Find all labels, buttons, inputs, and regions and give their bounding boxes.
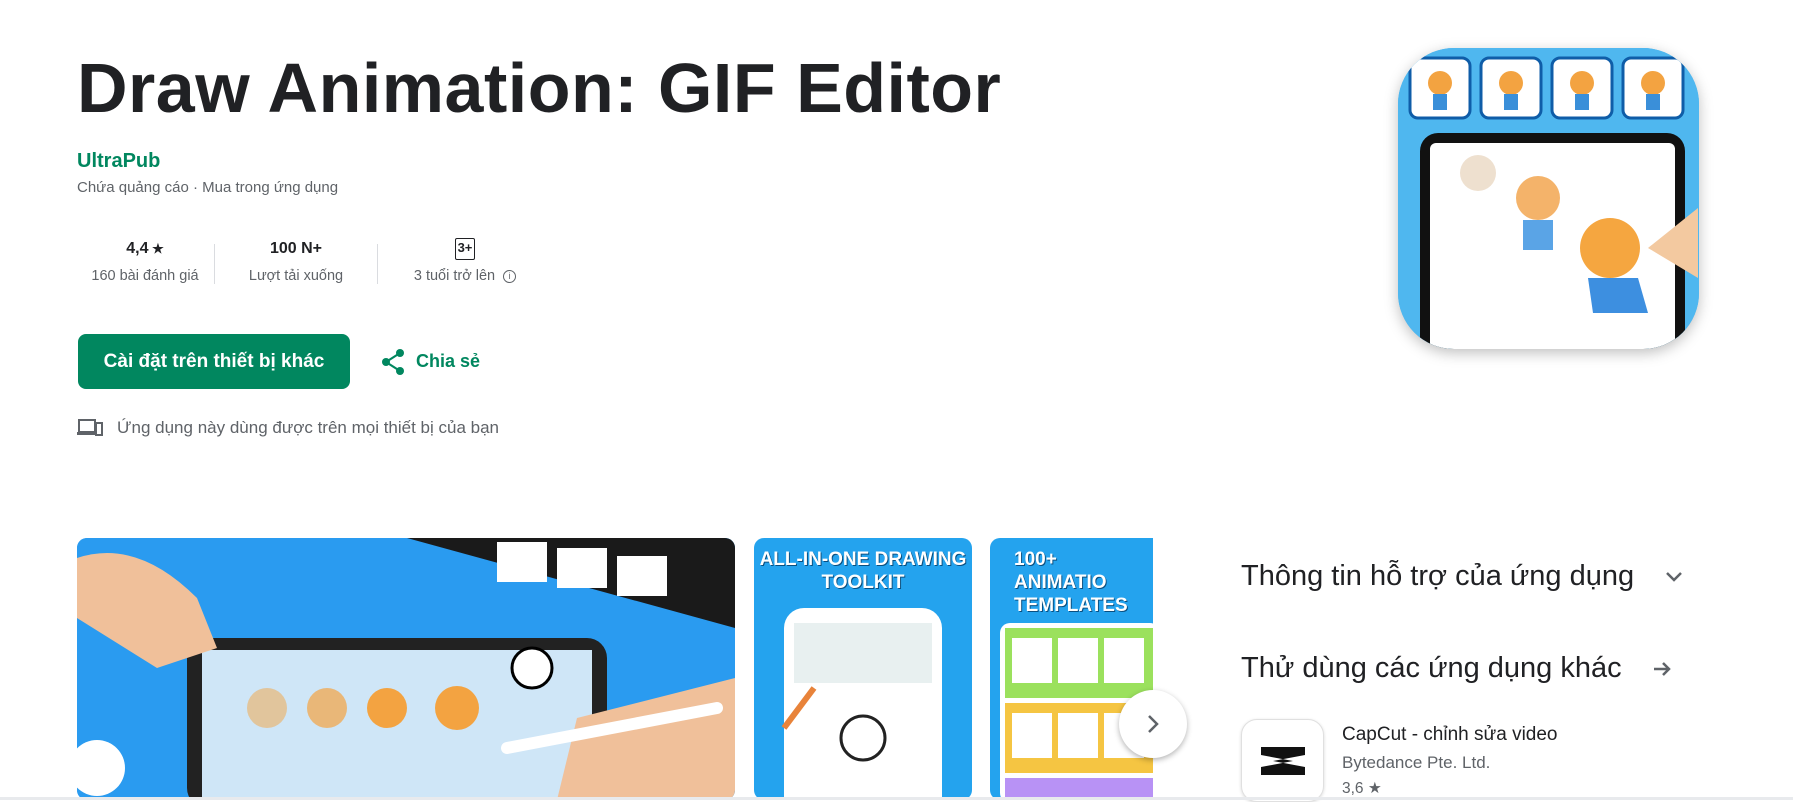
arrow-right-icon <box>1653 661 1671 676</box>
rating-number: 4,4 <box>126 240 149 257</box>
app-rating: 3,6 ★ <box>1342 779 1558 798</box>
stat-divider <box>214 244 215 284</box>
devices-icon <box>77 419 103 436</box>
share-icon <box>382 348 404 375</box>
screenshot-2[interactable]: ALL-IN-ONE DRAWING TOOLKIT <box>754 538 972 800</box>
app-title: Draw Animation: GIF Editor <box>77 49 1002 127</box>
chevron-down-icon <box>1666 571 1683 582</box>
other-apps-heading: Thử dùng các ứng dụng khác <box>1241 652 1622 684</box>
ads-note: Chứa quảng cáo · Mua trong ứng dụng <box>77 179 339 196</box>
age-badge-box: 3+ <box>454 238 476 260</box>
downloads-label: Lượt tải xuống <box>248 268 344 284</box>
age-label[interactable]: 3 tuổi trở lên i <box>390 268 540 284</box>
developer-link[interactable]: UltraPub <box>77 150 160 173</box>
rating-stat: 4,4 ★ 160 bài đánh giá <box>75 238 215 284</box>
app-developer: Bytedance Pte. Ltd. <box>1342 753 1491 772</box>
share-button[interactable]: Chia sẻ <box>380 345 480 378</box>
devices-note-text: Ứng dụng này dùng được trên mọi thiết bị… <box>117 418 500 437</box>
capcut-app-icon[interactable] <box>1241 719 1324 802</box>
downloads-stat: 100 N+ Lượt tải xuống <box>226 238 366 284</box>
install-button[interactable]: Cài đặt trên thiết bị khác <box>78 334 350 389</box>
age-badge: 3+ <box>390 238 540 260</box>
rating-value: 4,4 ★ <box>75 238 215 260</box>
screenshot-3[interactable]: 100+ ANIMATIO TEMPLATES <box>990 538 1153 800</box>
app-name: CapCut - chỉnh sửa video <box>1342 724 1558 745</box>
app-rating-value: 3,6 <box>1342 780 1364 797</box>
stat-divider <box>377 244 378 284</box>
next-screenshot-button[interactable] <box>1119 690 1187 758</box>
support-section-toggle[interactable]: Thông tin hỗ trợ của ứng dụng <box>1241 560 1684 593</box>
other-apps-link[interactable]: Thử dùng các ứng dụng khác <box>1241 652 1672 685</box>
screenshot-1[interactable] <box>77 538 735 800</box>
capcut-logo-icon <box>1260 746 1305 775</box>
star-icon: ★ <box>148 241 164 256</box>
rating-label: 160 bài đánh giá <box>91 268 199 284</box>
age-label-text: 3 tuổi trở lên <box>413 268 496 284</box>
list-item[interactable]: CapCut - chỉnh sửa video Bytedance Pte. … <box>1342 724 1558 798</box>
support-heading: Thông tin hỗ trợ của ứng dụng <box>1241 560 1635 592</box>
app-icon <box>1398 48 1699 349</box>
chevron-right-icon <box>1148 715 1159 733</box>
info-icon[interactable]: i <box>503 269 517 283</box>
age-stat: 3+ 3 tuổi trở lên i <box>390 238 540 284</box>
star-icon: ★ <box>1363 780 1382 797</box>
share-label: Chia sẻ <box>416 351 481 371</box>
downloads-value: 100 N+ <box>269 240 323 257</box>
devices-note: Ứng dụng này dùng được trên mọi thiết bị… <box>77 418 499 438</box>
